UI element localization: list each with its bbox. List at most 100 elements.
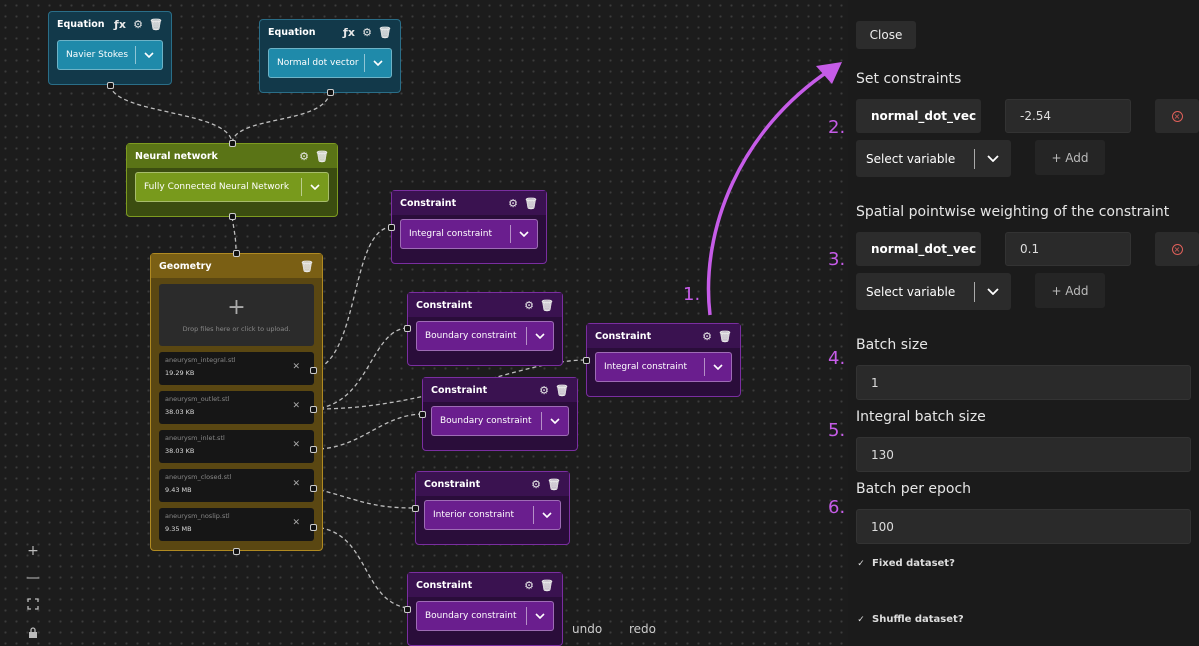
trash-icon[interactable]: 🗑	[300, 259, 314, 273]
section-heading: Spatial pointwise weighting of the const…	[856, 204, 1170, 220]
constraint-node[interactable]: Constraint ⚙ 🗑 Integral constraint	[583, 323, 741, 397]
remove-file-icon[interactable]: ✕	[292, 518, 300, 528]
fixed-dataset-checkbox[interactable]: ✓ Fixed dataset?	[856, 558, 955, 569]
constraint-node[interactable]: Constraint ⚙ 🗑 Interior constraint	[412, 471, 570, 545]
select-variable-dropdown[interactable]: Select variable	[856, 273, 1011, 310]
input-port[interactable]	[229, 140, 236, 147]
trash-icon[interactable]: 🗑	[524, 196, 538, 210]
add-variable-button[interactable]: + Add	[1035, 140, 1105, 175]
output-port[interactable]	[107, 82, 114, 89]
zoom-in-icon[interactable]: +	[22, 540, 44, 562]
equation-select[interactable]: Normal dot vector	[268, 48, 392, 78]
chevron-down-icon	[975, 288, 1011, 295]
batch-size-input[interactable]: 1	[856, 365, 1191, 400]
remove-variable-button[interactable]: ×	[1155, 232, 1199, 266]
geometry-node[interactable]: Geometry 🗑 + Drop files here or click to…	[150, 250, 323, 555]
constraint-value-input[interactable]: -2.54	[1005, 99, 1131, 133]
file-item[interactable]: aneurysm_outlet.stl 38.03 KB ✕	[159, 391, 314, 424]
trash-icon[interactable]: 🗑	[149, 17, 163, 31]
output-port[interactable]	[229, 213, 236, 220]
trash-icon[interactable]: 🗑	[555, 383, 569, 397]
input-port[interactable]	[419, 411, 426, 418]
trash-icon[interactable]: 🗑	[540, 578, 554, 592]
flow-canvas[interactable]: Equation ƒx ⚙ 🗑 Navier Stokes Equation ƒ…	[0, 0, 848, 646]
file-item[interactable]: aneurysm_integral.stl 19.29 KB ✕	[159, 352, 314, 385]
constraint-select[interactable]: Boundary constraint	[416, 601, 554, 631]
trash-icon[interactable]: 🗑	[315, 149, 329, 163]
file-item[interactable]: aneurysm_noslip.stl 9.35 MB ✕	[159, 508, 314, 541]
chevron-down-icon	[705, 364, 731, 370]
fx-icon[interactable]: ƒx	[342, 25, 356, 39]
remove-file-icon[interactable]: ✕	[292, 401, 300, 411]
output-port[interactable]	[310, 524, 317, 531]
checkmark-icon: ✓	[857, 558, 865, 569]
gear-icon[interactable]: ⚙	[360, 25, 374, 39]
file-item[interactable]: aneurysm_closed.stl 9.43 MB ✕	[159, 469, 314, 502]
close-button[interactable]: Close	[856, 21, 916, 49]
neural-network-node[interactable]: Neural network ⚙ 🗑 Fully Connected Neura…	[126, 140, 338, 220]
gear-icon[interactable]: ⚙	[700, 329, 714, 343]
constraint-node[interactable]: Constraint ⚙ 🗑 Boundary constraint	[404, 572, 563, 646]
wire-equation1-nn	[109, 84, 233, 144]
remove-file-icon[interactable]: ✕	[292, 362, 300, 372]
output-port[interactable]	[310, 485, 317, 492]
input-port[interactable]	[233, 250, 240, 257]
chevron-down-icon	[527, 613, 553, 619]
output-port[interactable]	[310, 406, 317, 413]
remove-file-icon[interactable]: ✕	[292, 440, 300, 450]
output-port[interactable]	[310, 446, 317, 453]
fit-view-icon[interactable]	[22, 593, 44, 615]
network-select[interactable]: Fully Connected Neural Network	[135, 172, 329, 202]
constraint-node[interactable]: Constraint ⚙ 🗑 Boundary constraint	[419, 377, 578, 451]
shuffle-dataset-checkbox[interactable]: ✓ Shuffle dataset?	[856, 614, 963, 625]
input-port[interactable]	[404, 325, 411, 332]
constraint-select[interactable]: Boundary constraint	[416, 321, 554, 351]
equation-select[interactable]: Navier Stokes	[57, 40, 163, 70]
equation-node[interactable]: Equation ƒx ⚙ 🗑 Normal dot vector	[259, 19, 401, 96]
constraint-node[interactable]: Constraint ⚙ 🗑 Boundary constraint	[404, 292, 563, 366]
output-port[interactable]	[310, 367, 317, 374]
constraint-select[interactable]: Interior constraint	[424, 500, 561, 530]
variable-chip[interactable]: normal_dot_vec	[856, 232, 981, 266]
equation-node[interactable]: Equation ƒx ⚙ 🗑 Navier Stokes	[48, 11, 172, 89]
file-dropzone[interactable]: + Drop files here or click to upload.	[159, 284, 314, 346]
constraint-node[interactable]: Constraint ⚙ 🗑 Integral constraint	[388, 190, 547, 264]
annotation-number: 2.	[828, 117, 846, 138]
gear-icon[interactable]: ⚙	[529, 477, 543, 491]
input-port[interactable]	[388, 224, 395, 231]
input-port[interactable]	[583, 357, 590, 364]
constraint-select[interactable]: Integral constraint	[400, 219, 538, 249]
node-title: Constraint	[431, 384, 488, 396]
lock-icon[interactable]	[22, 621, 44, 643]
weighting-value-input[interactable]: 0.1	[1005, 232, 1131, 266]
gear-icon[interactable]: ⚙	[131, 17, 145, 31]
zoom-out-icon[interactable]: —	[22, 567, 44, 589]
trash-icon[interactable]: 🗑	[718, 329, 732, 343]
trash-icon[interactable]: 🗑	[547, 477, 561, 491]
redo-button[interactable]: redo	[629, 622, 656, 636]
constraint-select[interactable]: Boundary constraint	[431, 406, 569, 436]
trash-icon[interactable]: 🗑	[378, 25, 392, 39]
integral-batch-size-input[interactable]: 130	[856, 437, 1191, 472]
add-variable-button[interactable]: + Add	[1035, 273, 1105, 308]
select-variable-dropdown[interactable]: Select variable	[856, 140, 1011, 177]
output-port[interactable]	[327, 89, 334, 96]
fx-icon[interactable]: ƒx	[113, 17, 127, 31]
trash-icon[interactable]: 🗑	[540, 298, 554, 312]
gear-icon[interactable]: ⚙	[506, 196, 520, 210]
gear-icon[interactable]: ⚙	[537, 383, 551, 397]
batch-size-label: Batch size	[856, 337, 928, 353]
output-port[interactable]	[233, 548, 240, 555]
file-item[interactable]: aneurysm_inlet.stl 38.03 KB ✕	[159, 430, 314, 463]
undo-button[interactable]: undo	[572, 622, 602, 636]
remove-file-icon[interactable]: ✕	[292, 479, 300, 489]
input-port[interactable]	[412, 505, 419, 512]
remove-variable-button[interactable]: ×	[1155, 99, 1199, 133]
constraint-select[interactable]: Integral constraint	[595, 352, 732, 382]
gear-icon[interactable]: ⚙	[522, 578, 536, 592]
gear-icon[interactable]: ⚙	[522, 298, 536, 312]
batch-per-epoch-input[interactable]: 100	[856, 509, 1191, 544]
gear-icon[interactable]: ⚙	[297, 149, 311, 163]
variable-chip[interactable]: normal_dot_vec	[856, 99, 981, 133]
input-port[interactable]	[404, 606, 411, 613]
